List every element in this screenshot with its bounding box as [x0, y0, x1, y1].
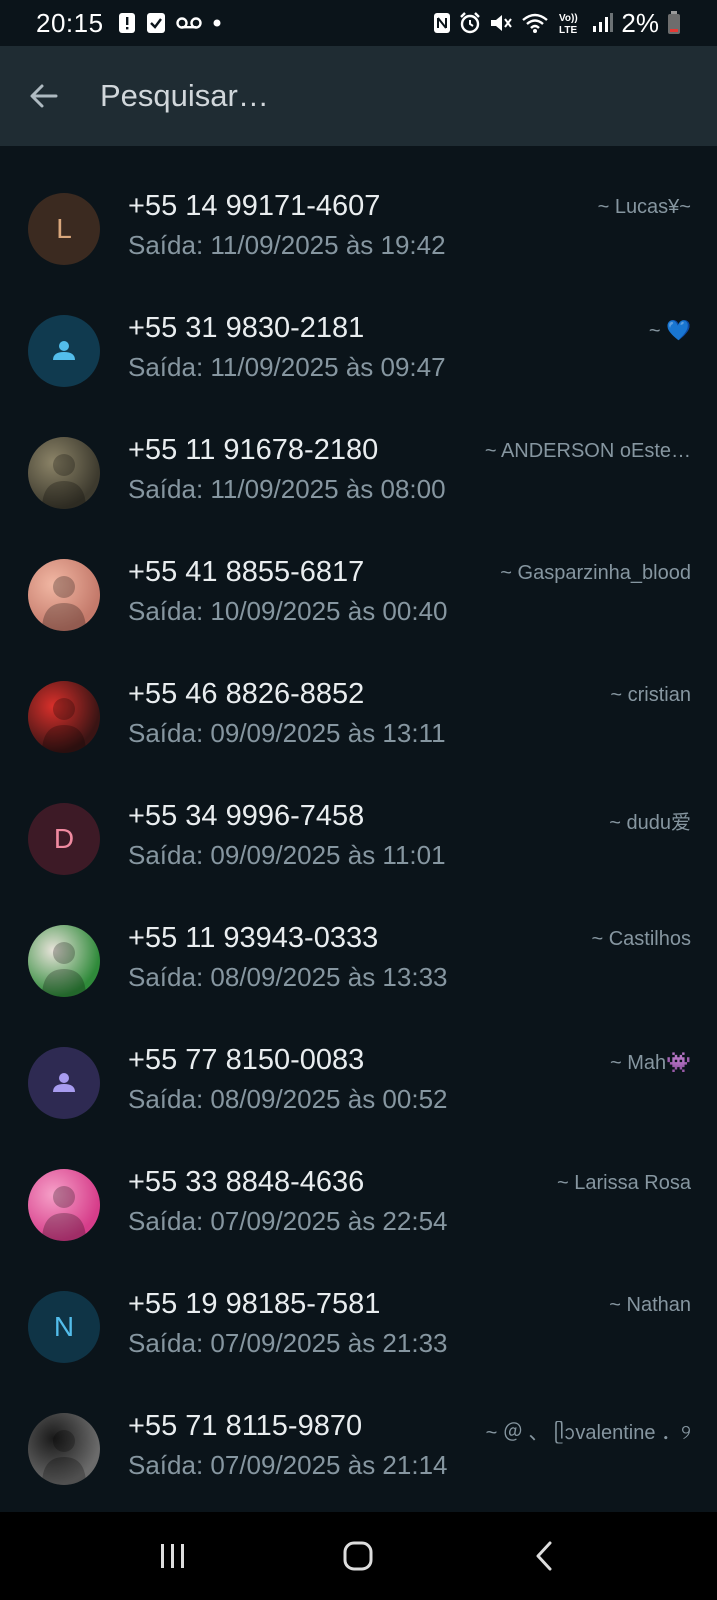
wifi-icon: [521, 12, 549, 34]
back-button[interactable]: [26, 78, 62, 114]
profile-photo: [42, 942, 86, 997]
participant-push-name: ~ Gasparzinha_blood: [500, 562, 691, 584]
person-icon: [53, 341, 75, 360]
participant-push-name: ~ Lucas¥~: [597, 196, 691, 218]
avatar[interactable]: [28, 559, 100, 631]
participant-row[interactable]: D +55 34 9996-7458 Saída: 09/09/2025 às 11…: [0, 776, 717, 898]
participant-push-name: ~ ＠ 、 ᥫᩣvalentine ．୨: [485, 1422, 691, 1444]
back-nav-icon: [536, 1541, 552, 1571]
avatar[interactable]: [28, 681, 100, 753]
avatar[interactable]: [28, 1413, 100, 1485]
participant-phone: +55 11 91678-2180: [128, 434, 379, 466]
battery-percent: 2%: [621, 7, 659, 38]
exit-timestamp: Saída: 11/09/2025 às 19:42: [128, 230, 446, 260]
participant-row[interactable]: +55 46 8826-8852 Saída: 09/09/2025 às 13:…: [0, 654, 717, 776]
participant-row[interactable]: +55 77 8150-0083 Saída: 08/09/2025 às 00:…: [0, 1020, 717, 1142]
participant-phone: +55 46 8826-8852: [128, 678, 365, 710]
alarm-icon: [459, 12, 481, 34]
past-participants-list: L +55 14 99171-4607 Saída: 11/09/2025 às 1…: [0, 146, 717, 1508]
avatar[interactable]: [28, 1169, 100, 1241]
avatar[interactable]: N: [28, 1291, 100, 1363]
exit-timestamp: Saída: 07/09/2025 às 21:14: [128, 1450, 448, 1480]
participant-row[interactable]: N +55 19 98185-7581 Saída: 07/09/2025 às 2…: [0, 1264, 717, 1386]
participant-row[interactable]: +55 33 8848-4636 Saída: 07/09/2025 às 22:…: [0, 1142, 717, 1264]
avatar-letter: D: [53, 823, 75, 854]
recents-icon: [160, 1544, 184, 1568]
exit-timestamp: Saída: 09/09/2025 às 13:11: [128, 718, 446, 748]
avatar[interactable]: L: [28, 193, 100, 265]
participant-phone: +55 19 98185-7581: [128, 1288, 381, 1320]
participant-row[interactable]: +55 71 8115-9870 Saída: 07/09/2025 às 21:…: [0, 1386, 717, 1508]
participant-phone: +55 33 8848-4636: [128, 1166, 365, 1198]
exit-timestamp: Saída: 07/09/2025 às 21:33: [128, 1328, 448, 1358]
avatar[interactable]: [28, 925, 100, 997]
profile-photo: [42, 1186, 86, 1241]
exit-timestamp: Saída: 11/09/2025 às 09:47: [128, 352, 446, 382]
participant-push-name: ~ Nathan: [609, 1294, 691, 1316]
profile-photo: [42, 454, 86, 509]
exit-timestamp: Saída: 08/09/2025 às 13:33: [128, 962, 448, 992]
check-box-icon: [146, 12, 166, 34]
home-icon: [343, 1541, 373, 1571]
participant-push-name: ~ cristian: [610, 684, 691, 706]
signal-icon: [591, 13, 614, 33]
search-header: [0, 46, 717, 146]
status-bar: 20:15 Vo)) LTE 2%: [0, 0, 717, 46]
participant-push-name: ~ Larissa Rosa: [557, 1172, 691, 1194]
voicemail-icon: [175, 16, 202, 30]
exit-timestamp: Saída: 07/09/2025 às 22:54: [128, 1206, 448, 1236]
participant-row[interactable]: +55 41 8855-6817 Saída: 10/09/2025 às 00:…: [0, 532, 717, 654]
app-root: 20:15 Vo)) LTE 2% Pesquisar… L +55 14 99…: [0, 0, 717, 1600]
home-button[interactable]: [328, 1526, 388, 1586]
dot-icon: [212, 18, 222, 28]
participant-row[interactable]: L +55 14 99171-4607 Saída: 11/09/2025 às 1…: [0, 166, 717, 288]
profile-photo: [42, 1430, 86, 1485]
avatar[interactable]: [28, 315, 100, 387]
search-input[interactable]: [98, 77, 662, 115]
participant-push-name: ~ Castilhos: [591, 928, 692, 950]
participant-row[interactable]: +55 31 9830-2181 Saída: 11/09/2025 às 09:…: [0, 288, 717, 410]
battery-icon: [667, 11, 681, 35]
avatar[interactable]: D: [28, 803, 100, 875]
profile-photo: [42, 576, 86, 631]
svg-text:LTE: LTE: [559, 25, 577, 35]
participant-phone: +55 11 93943-0333: [128, 922, 379, 954]
status-right-icons: Vo)) LTE 2%: [433, 8, 681, 39]
participant-phone: +55 71 8115-9870: [128, 1410, 363, 1442]
avatar-letter: L: [56, 213, 72, 244]
participant-push-name: ~ Mah👾: [609, 1052, 691, 1074]
exit-timestamp: Saída: 11/09/2025 às 08:00: [128, 474, 446, 504]
avatar[interactable]: [28, 437, 100, 509]
participant-phone: +55 31 9830-2181: [128, 312, 365, 344]
recents-button[interactable]: [143, 1526, 203, 1586]
participant-push-name: ~ ANDERSON oEste…: [484, 440, 691, 462]
participant-phone: +55 77 8150-0083: [128, 1044, 365, 1076]
alert-icon: [118, 12, 136, 34]
avatar-letter: N: [53, 1311, 75, 1342]
participant-phone: +55 41 8855-6817: [128, 556, 365, 588]
status-left-icons: [118, 12, 222, 34]
back-nav-button[interactable]: [514, 1526, 574, 1586]
nfc-icon: [433, 12, 451, 34]
volte-icon: Vo)) LTE: [557, 11, 583, 35]
participant-row[interactable]: +55 11 91678-2180 Saída: 11/09/2025 às 08…: [0, 410, 717, 532]
mute-icon: [489, 12, 513, 34]
participant-push-name: ~ dudu爱: [609, 812, 691, 834]
person-icon: [53, 1073, 75, 1092]
exit-timestamp: Saída: 10/09/2025 às 00:40: [128, 596, 448, 626]
system-nav-bar: [0, 1512, 717, 1600]
participant-push-name: ~ 💙: [648, 320, 691, 342]
back-arrow-icon: [30, 84, 58, 108]
exit-timestamp: Saída: 08/09/2025 às 00:52: [128, 1084, 448, 1114]
avatar[interactable]: [28, 1047, 100, 1119]
participant-row[interactable]: +55 11 93943-0333 Saída: 08/09/2025 às 13…: [0, 898, 717, 1020]
participant-phone: +55 34 9996-7458: [128, 800, 365, 832]
exit-timestamp: Saída: 09/09/2025 às 11:01: [128, 840, 446, 870]
status-time: 20:15: [36, 7, 104, 38]
participant-phone: +55 14 99171-4607: [128, 190, 381, 222]
profile-photo: [42, 698, 86, 753]
svg-text:Vo)): Vo)): [559, 13, 578, 24]
